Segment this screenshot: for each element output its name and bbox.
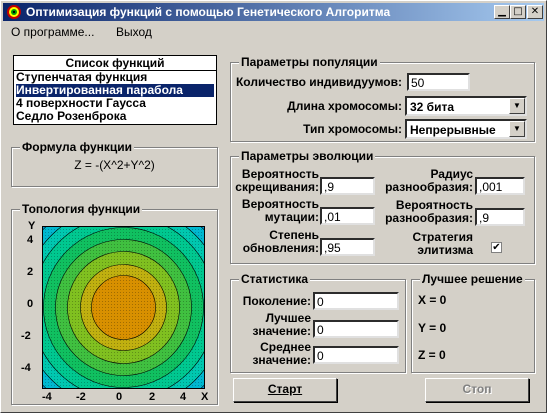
population-legend: Параметры популяции [239,55,380,69]
mutation-input[interactable]: ,01 [320,207,375,225]
start-button-label: Старт [267,382,303,396]
stop-button[interactable]: Стоп [425,378,529,402]
close-button[interactable]: ✕ [527,5,543,19]
chromosome-length-label: Длина хромосомы: [287,99,402,113]
elitism-label-line2: элитизма [417,243,473,257]
menu-bar: О программе... Выход [3,23,544,41]
individuals-label: Количество индивидуумов: [235,75,402,89]
app-target-icon[interactable] [6,4,22,20]
y-tick: -2 [21,330,31,342]
crossover-label-line2: скрещивания: [235,180,319,194]
chromosome-length-select[interactable]: 32 бита ▼ [405,96,527,116]
individuals-input[interactable]: 50 [407,73,470,91]
y-tick: 0 [27,298,34,310]
best-solution-panel: Лучшее решение X = 0 Y = 0 Z = 0 [411,272,535,373]
y-axis-label: Y [28,220,36,232]
x-tick: 2 [149,391,156,403]
update-label-line2: обновления: [242,241,319,255]
x-tick: -2 [76,391,86,403]
topology-legend: Топология функции [20,202,143,216]
diversity-input[interactable]: ,9 [475,208,525,226]
chromosome-length-value: 32 бита [410,100,455,114]
best-solution-legend: Лучшее решение [420,272,525,286]
best-value-field: 0 [313,320,399,338]
best-z: Z = 0 [418,348,446,362]
minimize-icon: ▁ [498,6,506,17]
dropdown-arrow-icon[interactable]: ▼ [509,121,525,137]
elitism-checkbox[interactable]: ✔ [491,242,502,253]
main-window: Оптимизация функций с помощью Генетическ… [0,0,547,413]
x-tick: 0 [116,391,123,403]
maximize-button[interactable]: □ [510,5,526,19]
x-tick: -4 [42,391,52,403]
topology-plot [42,226,205,389]
generation-label: Поколение: [242,294,311,308]
menu-exit[interactable]: Выход [116,25,152,39]
function-list-header: Список функций [14,56,216,71]
x-tick: 4 [180,391,187,403]
mutation-label-line2: мутации: [264,210,319,224]
minimize-button[interactable]: ▁ [494,5,510,19]
y-tick: 4 [27,234,34,246]
update-input[interactable]: ,95 [320,238,375,256]
crossover-input[interactable]: ,9 [320,177,375,195]
menu-about[interactable]: О программе... [11,25,94,39]
radius-input[interactable]: ,001 [475,177,525,195]
formula-panel: Формула функции Z = -(X^2+Y^2) [11,140,218,187]
check-icon: ✔ [492,242,501,253]
evolution-panel: Параметры эволюции Вероятность скрещиван… [230,149,535,264]
chromosome-type-label: Тип хромосомы: [303,122,402,136]
formula-legend: Формула функции [20,140,135,154]
diversity-label-line2: разнообразия: [385,211,473,225]
best-y: Y = 0 [418,321,447,335]
y-tick: 2 [27,266,34,278]
window-title: Оптимизация функций с помощью Генетическ… [26,5,391,19]
y-tick: -4 [21,362,31,374]
population-panel: Параметры популяции Количество индивидуу… [230,55,535,142]
function-list[interactable]: Список функций Ступенчатая функция Инвер… [13,55,217,125]
best-value-label-line2: значение: [252,324,311,338]
statistics-legend: Статистика [239,272,311,286]
statistics-panel: Статистика Поколение: 0 Лучшее значение:… [230,272,406,373]
function-item-rosenbrock[interactable]: Седло Розенброка [16,110,214,123]
maximize-icon: □ [513,6,523,17]
title-bar[interactable]: Оптимизация функций с помощью Генетическ… [3,3,544,21]
avg-value-label-line2: значение: [252,353,311,367]
best-x: X = 0 [418,293,447,307]
evolution-legend: Параметры эволюции [239,149,376,163]
generation-field: 0 [313,292,399,310]
chromosome-type-value: Непрерывные [410,123,496,137]
avg-value-field: 0 [313,346,399,364]
chromosome-type-select[interactable]: Непрерывные ▼ [405,119,527,139]
stop-button-label: Стоп [462,382,492,396]
x-axis-label: X [201,391,209,403]
start-button[interactable]: Старт [233,378,337,402]
close-icon: ✕ [530,6,540,17]
radius-label-line2: разнообразия: [385,180,473,194]
formula-text: Z = -(X^2+Y^2) [74,158,155,172]
dropdown-arrow-icon[interactable]: ▼ [509,98,525,114]
topology-panel: Топология функции Y 4 2 0 -2 -4 -4 -2 0 … [11,202,218,405]
